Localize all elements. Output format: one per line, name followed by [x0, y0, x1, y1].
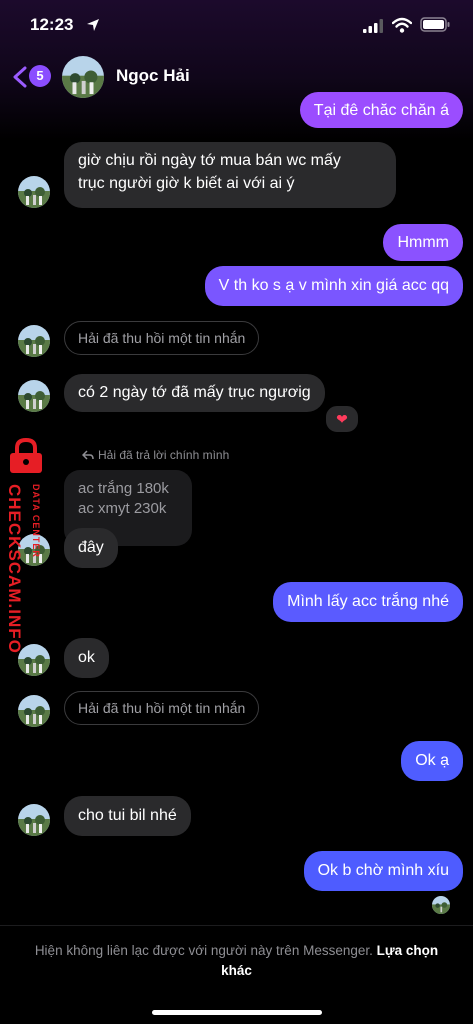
- contact-avatar[interactable]: [18, 695, 50, 727]
- message-list: Tại đê chăc chăn á giờ chịu rồi ngày tớ …: [0, 0, 473, 1024]
- reply-context: Hải đã trả lời chính mình: [82, 448, 229, 462]
- watermark: CHECKSCAM.INFO DATA CENTER: [0, 438, 50, 668]
- quoted-line: ac trắng 180k: [78, 480, 169, 497]
- status-time: 12:23: [30, 15, 74, 34]
- message-outgoing[interactable]: Mình lấy acc trắng nhé: [273, 582, 463, 622]
- back-chevron-icon[interactable]: [12, 66, 28, 88]
- signal-icon: [363, 19, 383, 33]
- footer-divider: [0, 925, 473, 926]
- contact-avatar[interactable]: [18, 325, 50, 357]
- watermark-sub-text: DATA CENTER: [31, 484, 41, 558]
- contact-avatar[interactable]: [18, 804, 50, 836]
- unread-count-badge[interactable]: 5: [29, 65, 51, 87]
- unsent-message-notice: Hải đã thu hồi một tin nhắn: [64, 691, 260, 725]
- reply-arrow-icon: [82, 450, 94, 460]
- contact-avatar[interactable]: [18, 380, 50, 412]
- message-line: giờ chịu rồi ngày tớ mua bán wc mấy: [78, 152, 341, 169]
- message-outgoing[interactable]: Hmmm: [383, 224, 463, 261]
- message-outgoing[interactable]: V th ko s ạ v mình xin giá acc qq: [204, 266, 463, 306]
- heart-reaction-icon[interactable]: ❤: [324, 404, 360, 434]
- lock-icon: [10, 438, 42, 473]
- message-incoming[interactable]: giờ chịu rồi ngày tớ mua bán wc mấy trục…: [64, 142, 396, 208]
- quoted-line: ac xmyt 230k: [78, 500, 167, 517]
- location-arrow-icon: [87, 19, 99, 31]
- reply-label-text: Hải đã trả lời chính mình: [98, 448, 230, 462]
- unsent-message-notice: Hải đã thu hồi một tin nhắn: [64, 321, 260, 355]
- message-line: trục người giờ k biết ai với ai ý: [78, 175, 295, 192]
- contact-avatar[interactable]: [18, 176, 50, 208]
- contact-name[interactable]: Ngọc Hải: [116, 66, 190, 86]
- seen-indicator-avatar: [432, 896, 450, 914]
- message-outgoing[interactable]: Ok ạ: [401, 741, 463, 781]
- wifi-icon: [392, 17, 412, 33]
- message-incoming[interactable]: cho tui bil nhé: [64, 796, 191, 836]
- message-incoming[interactable]: ok: [64, 638, 109, 678]
- message-incoming[interactable]: có 2 ngày tớ đã mấy trục ngươig: [64, 374, 325, 412]
- unavailable-text: Hiện không liên lạc được với người này t…: [34, 943, 373, 958]
- home-indicator[interactable]: [152, 1010, 322, 1015]
- chat-header: 5 Ngọc Hải: [0, 48, 473, 104]
- battery-icon: [420, 17, 450, 32]
- message-outgoing[interactable]: Ok b chờ mình xíu: [303, 851, 463, 891]
- unavailable-notice: Hiện không liên lạc được với người này t…: [30, 941, 443, 981]
- message-incoming[interactable]: đây: [64, 528, 118, 568]
- watermark-main-text: CHECKSCAM.INFO: [5, 484, 24, 654]
- contact-avatar[interactable]: [62, 56, 104, 98]
- status-bar: 12:23: [0, 0, 473, 48]
